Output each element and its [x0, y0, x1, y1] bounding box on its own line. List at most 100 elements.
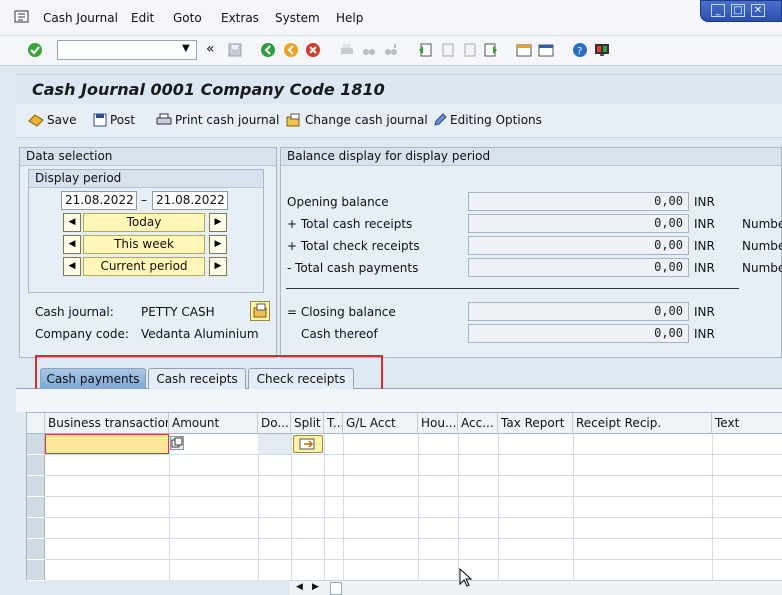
split-button[interactable] [293, 435, 323, 453]
this-week-next-button[interactable]: ▶ [209, 235, 227, 254]
balance-divider [286, 288, 739, 289]
save-icon [28, 114, 44, 127]
cancel-icon[interactable] [305, 42, 321, 58]
new-session-icon[interactable] [516, 42, 532, 58]
post-button[interactable]: Post [93, 113, 135, 127]
current-period-button[interactable]: Current period [83, 257, 205, 276]
current-period-next-button[interactable]: ▶ [209, 257, 227, 276]
today-button[interactable]: Today [83, 213, 205, 232]
line-items-table: Business transaction Amount Do... Split … [26, 412, 782, 581]
period-from-field[interactable]: 21.08.2022 [61, 191, 137, 210]
help-icon[interactable]: ? [572, 42, 588, 58]
row-selector[interactable] [27, 539, 45, 560]
today-prev-button[interactable]: ◀ [63, 213, 81, 232]
col-receipt-recipient[interactable]: Receipt Recip. [573, 413, 712, 434]
total-cash-payments-currency: INR [694, 261, 715, 275]
row-selector[interactable] [27, 518, 45, 539]
total-cash-payments-label: - Total cash payments [287, 261, 419, 275]
today-next-button[interactable]: ▶ [209, 213, 227, 232]
menu-extras[interactable]: Extras [221, 11, 259, 25]
change-cash-journal-button[interactable]: Change cash journal [286, 113, 428, 127]
command-field[interactable]: ▼ [57, 40, 197, 60]
customize-layout-icon[interactable] [594, 42, 610, 58]
total-check-receipts-number-label: Numbe [742, 239, 782, 253]
horizontal-scrollbar[interactable]: ◀ ▶ [290, 580, 782, 595]
chevron-down-icon[interactable]: ▼ [182, 43, 190, 54]
closing-balance-label: = Closing balance [287, 305, 396, 319]
pencil-icon [434, 113, 447, 126]
document-cell-readonly [258, 434, 291, 454]
minimize-icon[interactable]: _ [711, 4, 725, 17]
svg-text:?: ? [577, 46, 582, 57]
print-cash-journal-button[interactable]: Print cash journal [156, 113, 279, 127]
page-title: Cash Journal 0001 Company Code 1810 [32, 80, 385, 99]
col-divider [324, 434, 325, 581]
col-tax-report[interactable]: Tax Report [498, 413, 573, 434]
application-toolbar: Save Post Print cash journal Change cash… [16, 104, 782, 138]
scroll-thumb[interactable] [330, 582, 342, 595]
cash-thereof-value: 0,00 [468, 324, 689, 343]
first-page-icon[interactable] [417, 42, 433, 58]
col-account[interactable]: Acc... [458, 413, 498, 434]
display-period-title: Display period [29, 170, 263, 188]
col-divider [291, 434, 292, 581]
col-business-transaction[interactable]: Business transaction [45, 413, 169, 434]
this-week-button[interactable]: This week [83, 235, 205, 254]
closing-balance-value: 0,00 [468, 302, 689, 321]
col-house-bank[interactable]: Hou... [418, 413, 458, 434]
post-label: Post [110, 113, 136, 127]
row-selector[interactable] [27, 560, 45, 581]
shortcut-icon[interactable] [538, 42, 554, 58]
current-period-prev-button[interactable]: ◀ [63, 257, 81, 276]
row-selector[interactable] [27, 455, 45, 476]
menu-icon[interactable] [14, 10, 30, 24]
last-page-icon[interactable] [483, 42, 499, 58]
menu-edit[interactable]: Edit [131, 11, 154, 25]
back-icon[interactable] [260, 42, 276, 58]
collapse-toolbar-icon[interactable]: « [206, 41, 215, 57]
this-week-prev-button[interactable]: ◀ [63, 235, 81, 254]
change-icon [286, 113, 300, 127]
copy-icon [171, 437, 183, 448]
cash-thereof-currency: INR [694, 327, 715, 341]
col-gl-account[interactable]: G/L Acct [343, 413, 418, 434]
col-document[interactable]: Do... [258, 413, 291, 434]
col-text[interactable]: Text [712, 413, 782, 434]
menu-cash-journal[interactable]: Cash Journal [43, 11, 118, 25]
split-arrow-icon [299, 438, 315, 450]
cash-thereof-label: Cash thereof [301, 327, 378, 341]
col-amount[interactable]: Amount [169, 413, 258, 434]
opening-balance-value: 0,00 [468, 192, 689, 211]
select-all-header[interactable] [27, 413, 45, 434]
print-disabled-icon [341, 44, 353, 54]
row-selector[interactable] [27, 476, 45, 497]
editing-options-button[interactable]: Editing Options [433, 113, 542, 127]
scroll-right-icon[interactable]: ▶ [312, 582, 319, 592]
row-selector[interactable] [27, 497, 45, 518]
change-journal-button[interactable] [250, 301, 270, 321]
menu-system[interactable]: System [275, 11, 320, 25]
business-transaction-input[interactable] [45, 434, 169, 454]
menu-help[interactable]: Help [336, 11, 363, 25]
scroll-left-icon[interactable]: ◀ [296, 582, 303, 592]
col-tax[interactable]: T... [324, 413, 343, 434]
restore-icon[interactable]: □ [731, 4, 745, 17]
menu-goto[interactable]: Goto [173, 11, 202, 25]
col-divider [458, 434, 459, 581]
row-divider [45, 517, 782, 518]
find-icon [363, 49, 375, 55]
col-split[interactable]: Split [291, 413, 324, 434]
next-page-icon [464, 43, 476, 57]
amount-search-help-button[interactable] [170, 436, 184, 450]
col-divider [418, 434, 419, 581]
row-selector[interactable] [27, 434, 45, 455]
exit-icon[interactable] [283, 42, 299, 58]
find-next-icon [385, 44, 397, 55]
close-icon[interactable]: ✕ [751, 4, 765, 17]
enter-check-icon[interactable] [27, 42, 43, 58]
period-to-field[interactable]: 21.08.2022 [152, 191, 228, 210]
balance-title: Balance display for display period [281, 148, 781, 166]
row-divider [45, 475, 782, 476]
company-code-label: Company code: [35, 327, 129, 341]
save-button[interactable]: Save [28, 113, 76, 127]
